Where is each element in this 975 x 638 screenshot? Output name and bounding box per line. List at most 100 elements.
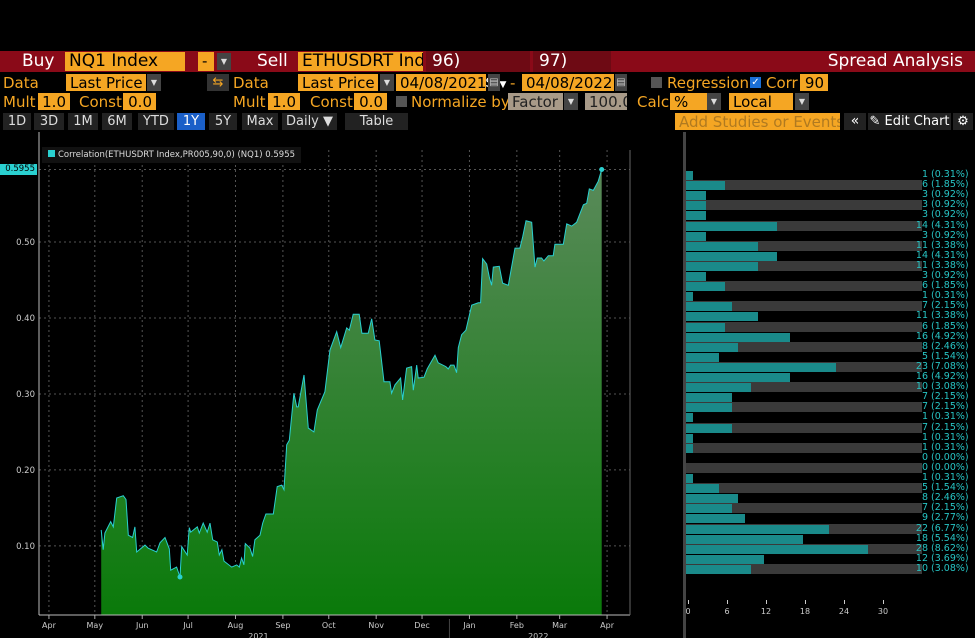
data-label: Data	[3, 74, 39, 92]
end-date-field[interactable]: 04/08/2022	[522, 74, 614, 91]
edit-menu-button[interactable]: 97) Edit ▼	[533, 51, 611, 92]
x-tick-label: Nov	[368, 621, 384, 630]
x-tick-label: Jan	[462, 621, 475, 630]
tab-1d[interactable]: 1D	[3, 113, 31, 130]
corr-label: Corr	[766, 74, 798, 92]
calc-dropdown-icon[interactable]: ▼	[707, 93, 721, 110]
currency-field[interactable]: Local	[729, 93, 793, 110]
swap-icon[interactable]: ⇆	[207, 74, 229, 91]
normalize-field[interactable]: Factor	[508, 93, 563, 110]
year-label: 2022	[528, 632, 548, 638]
currency-dropdown-icon[interactable]: ▼	[795, 93, 809, 110]
histogram-bar	[686, 272, 706, 282]
correlation-area-fill	[101, 169, 602, 615]
data2-dropdown-icon[interactable]: ▼	[380, 74, 394, 91]
histogram-bar	[686, 554, 764, 564]
const2-field[interactable]: 0.0	[354, 93, 387, 110]
histogram-bar	[686, 433, 693, 443]
studies-input[interactable]: Add Studies or Events	[675, 113, 840, 130]
correlation-chart[interactable]: 0.10 0.20 0.30 0.40 0.50 Apr May Jun Jul Aug Sep Oc…	[0, 132, 683, 638]
last-value-badge: 0.5955	[0, 164, 37, 175]
x-tick-label: Mar	[552, 621, 568, 630]
histogram-bar	[686, 221, 777, 231]
tab-ytd[interactable]: YTD	[138, 113, 174, 130]
legend-swatch-icon	[48, 150, 55, 157]
tab-3d[interactable]: 3D	[34, 113, 64, 130]
buy-security-field[interactable]: NQ1 Index	[65, 52, 185, 71]
gear-icon[interactable]: ⚙	[953, 113, 973, 130]
mult2-field[interactable]: 1.0	[268, 93, 300, 110]
histogram-axis-tick	[766, 600, 767, 604]
histogram-bar	[686, 494, 738, 504]
tab-max[interactable]: Max	[242, 113, 278, 130]
histogram-percent: (3.08%)	[931, 562, 969, 574]
histogram-bar	[686, 201, 706, 211]
last-point-marker	[599, 166, 605, 172]
mult-field[interactable]: 1.0	[38, 93, 70, 110]
regression-checkbox[interactable]	[651, 77, 662, 88]
data2-field[interactable]: Last Price	[298, 74, 378, 91]
y-tick-label: 0.10	[16, 542, 35, 552]
min-point-marker	[177, 574, 183, 580]
y-tick-label: 0.30	[16, 390, 35, 400]
histogram-count: 3	[921, 209, 928, 221]
histogram-axis-tick	[805, 600, 806, 604]
histogram-bar	[686, 504, 732, 514]
actions-menu-button[interactable]: 96) Actions ▼	[426, 51, 530, 92]
histogram-bar	[686, 241, 758, 251]
histogram-bar	[686, 484, 719, 494]
start-date-field[interactable]: 04/08/2021	[396, 74, 486, 91]
tab-daily[interactable]: Daily ▼	[282, 113, 337, 130]
histogram-bar	[686, 443, 693, 453]
histogram-row	[686, 352, 922, 362]
tab-table[interactable]: Table	[345, 113, 408, 130]
edit-chart-button[interactable]: ✎ Edit Chart	[868, 113, 951, 130]
histogram-bar	[686, 514, 745, 524]
histogram-bar	[686, 292, 693, 302]
corr-window-field[interactable]: 90	[800, 74, 828, 91]
histogram-row	[686, 412, 922, 422]
factor-field[interactable]: 100.0	[585, 93, 627, 110]
histogram-axis-tick	[688, 600, 689, 604]
normalize-dropdown-icon[interactable]: ▼	[564, 93, 578, 110]
histogram-count: 10	[915, 562, 928, 574]
calendar-icon[interactable]: ▤	[615, 74, 627, 91]
histogram-row	[686, 231, 922, 241]
x-tick-label: Sep	[275, 621, 290, 630]
histogram-bar	[686, 191, 706, 201]
normalize-checkbox[interactable]	[396, 96, 407, 107]
year-label: 2021	[248, 632, 268, 638]
page-title: Spread Analysis	[827, 51, 963, 71]
collapse-icon[interactable]: «	[844, 113, 866, 130]
const-field[interactable]: 0.0	[123, 93, 156, 110]
pencil-icon: ✎	[869, 114, 881, 129]
x-tick-label: Oct	[322, 621, 336, 630]
tab-1m[interactable]: 1M	[68, 113, 98, 130]
histogram-count: 9	[921, 512, 928, 524]
data-field[interactable]: Last Price	[66, 74, 146, 91]
data-dropdown-icon[interactable]: ▼	[147, 74, 161, 91]
y-tick-label: 0.20	[16, 466, 35, 476]
mult-label: Mult	[3, 93, 36, 111]
histogram-bar	[686, 362, 836, 372]
corr-checkbox[interactable]: ✓	[750, 77, 761, 88]
sell-security-field[interactable]: ETHUSDRT Index	[298, 52, 423, 71]
calendar-icon[interactable]: ▤	[488, 74, 500, 91]
operator-field[interactable]: -	[198, 52, 214, 71]
histogram-row	[686, 200, 922, 211]
histogram-row	[686, 433, 922, 443]
histogram-row	[686, 291, 922, 301]
tab-5y[interactable]: 5Y	[209, 113, 237, 130]
calc-field[interactable]: %	[670, 93, 707, 110]
histogram-percent: (6.77%)	[931, 522, 969, 534]
histogram-percent: (2.15%)	[931, 421, 969, 433]
tab-6m[interactable]: 6M	[102, 113, 132, 130]
tab-1y[interactable]: 1Y	[177, 113, 205, 130]
histogram-bar	[686, 564, 751, 574]
operator-dropdown-icon[interactable]: ▼	[217, 53, 231, 70]
histogram-percent: (4.31%)	[931, 219, 969, 231]
histogram-bar	[686, 332, 790, 342]
histogram-row	[686, 170, 922, 180]
histogram-count: 6	[921, 320, 928, 332]
histogram-bar	[686, 251, 777, 261]
